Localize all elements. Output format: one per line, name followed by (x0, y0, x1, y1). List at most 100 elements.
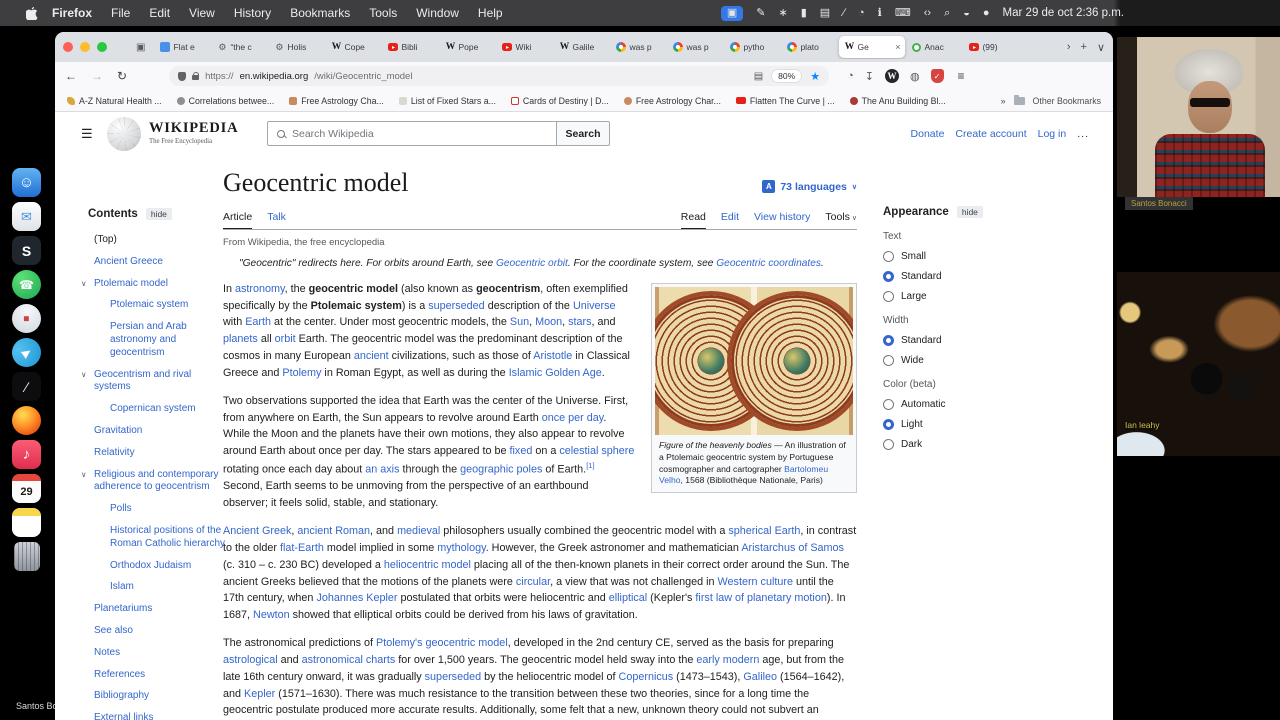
wiki-link[interactable]: Aristarchus of Samos (741, 542, 844, 554)
wiki-link[interactable]: orbit (275, 333, 296, 345)
browser-tab-cope[interactable]: W Cope (326, 36, 381, 58)
menubar-menu-file[interactable]: File (111, 6, 130, 20)
article-figure[interactable]: Figure of the heavenly bodies — An illus… (651, 282, 857, 494)
other-bookmarks-folder[interactable]: Other Bookmarks (1033, 96, 1101, 106)
wiki-link[interactable]: celestial sphere (559, 445, 634, 457)
toc-item-religious-and-contemporary-adherence-to-geocentrism[interactable]: ∨ Religious and contemporary adherence to… (81, 469, 228, 495)
dock-whatsapp-icon[interactable]: ☎ (12, 270, 41, 299)
wiki-link[interactable]: heliocentric model (384, 559, 471, 571)
minimize-window-button[interactable] (80, 42, 90, 52)
bookmark-item-a-z-natural-health[interactable]: A-Z Natural Health ... (67, 96, 162, 106)
bookmark-item-free-astrology-char[interactable]: Free Astrology Char... (623, 96, 721, 106)
wiki-link[interactable]: Sun (510, 316, 529, 328)
dock-calendar-icon[interactable]: 29 (12, 474, 41, 503)
userlink-create-account[interactable]: Create account (955, 128, 1026, 140)
wiki-link[interactable]: Geocentric coordinates (716, 258, 821, 269)
page-tab-tools[interactable]: Tools ∨ (825, 211, 857, 229)
dock-firefox-icon[interactable] (12, 406, 41, 435)
wiki-link[interactable]: Kepler (244, 688, 275, 700)
appearance-option-color-beta-light[interactable]: Light (883, 419, 997, 430)
wiki-link[interactable]: Islamic Golden Age (509, 367, 602, 379)
menubar-menu-firefox[interactable]: Firefox (52, 6, 92, 20)
wiki-link[interactable]: elliptical (609, 592, 647, 604)
wiki-link[interactable]: Copernicus (619, 671, 674, 683)
wand-icon[interactable]: ∕ (843, 7, 845, 19)
wiki-link[interactable]: early modern (696, 654, 759, 666)
scroll-tabs-icon[interactable]: › (1067, 41, 1071, 53)
toc-item-historical-positions-of-the-roman-catholic-hierarchy[interactable]: Historical positions of the Roman Cathol… (88, 525, 228, 551)
toc-item-ptolemaic-model[interactable]: ∨ Ptolemaic model (81, 278, 228, 291)
appearance-option-color-beta-dark[interactable]: Dark (883, 439, 997, 450)
bookmark-item-cards-of-destiny-d[interactable]: Cards of Destiny | D... (510, 96, 609, 106)
page-tab-edit[interactable]: Edit (721, 211, 739, 229)
toc-item-persian-and-arab-astronomy-and-geocentrism[interactable]: Persian and Arab astronomy and geocentri… (88, 321, 228, 359)
display-icon[interactable]: ▤ (820, 7, 830, 19)
toc-item-references[interactable]: References (88, 669, 228, 682)
browser-tab-wiki[interactable]: ▸ Wiki (497, 36, 552, 58)
menubar-menu-tools[interactable]: Tools (369, 6, 397, 20)
bookmark-item-list-of-fixed-stars-a[interactable]: List of Fixed Stars a... (398, 96, 496, 106)
more-options-icon[interactable]: ... (1077, 128, 1089, 140)
back-button[interactable]: ← (65, 69, 77, 83)
zoom-window-button[interactable] (97, 42, 107, 52)
page-tab-article[interactable]: Article (223, 211, 253, 229)
toc-item-ptolemaic-system[interactable]: Ptolemaic system (88, 299, 228, 312)
wiki-search-box[interactable] (267, 121, 557, 146)
wiki-link[interactable]: Johannes Kepler (316, 592, 397, 604)
appearance-option-width-wide[interactable]: Wide (883, 355, 997, 366)
dev-icon[interactable]: ‹› (924, 7, 931, 19)
wiki-link[interactable]: superseded (425, 671, 481, 683)
browser-tab-flat-e[interactable]: Flat e (155, 36, 210, 58)
bookmark-star-icon[interactable]: ★ (810, 70, 820, 83)
appearance-hide-button[interactable]: hide (956, 206, 983, 218)
browser-tab-holis[interactable]: ⚙ Holis (269, 36, 324, 58)
wiki-link[interactable]: flat-Earth (280, 542, 324, 554)
toc-item-bibliography[interactable]: Bibliography (88, 690, 228, 703)
browser-tab-galile[interactable]: W Galile (554, 36, 609, 58)
menubar-menu-bookmarks[interactable]: Bookmarks (290, 6, 350, 20)
bookmark-item-flatten-the-curve[interactable]: Flatten The Curve | ... (735, 96, 835, 106)
address-bar[interactable]: https:// en.wikipedia.org/wiki/Geocentric… (169, 66, 830, 86)
bookmark-item-correlations-betwee[interactable]: Correlations betwee... (176, 96, 274, 106)
wiki-link[interactable]: stars (568, 316, 591, 328)
dock-notes-icon[interactable] (12, 508, 41, 537)
toc-item-see-also[interactable]: See also (88, 625, 228, 638)
wiki-link[interactable]: Geocentric orbit (496, 258, 568, 269)
wiki-hamburger-icon[interactable]: ☰ (81, 126, 93, 142)
dock-drawing-app-icon[interactable]: ∕ (12, 372, 41, 401)
screen-mirroring-icon[interactable]: ▣ (720, 5, 744, 21)
menubar-menu-history[interactable]: History (234, 6, 271, 20)
wiki-link[interactable]: Western culture (718, 576, 793, 588)
wiki-link[interactable]: spherical Earth (728, 525, 800, 537)
new-tab-button[interactable]: + (1081, 41, 1087, 53)
toc-item-notes[interactable]: Notes (88, 647, 228, 660)
browser-tab-anac[interactable]: Anac (907, 36, 962, 58)
wiki-link[interactable]: Earth (245, 316, 271, 328)
browser-tab-was-p[interactable]: was p (668, 36, 723, 58)
wiki-link[interactable]: Moon (535, 316, 562, 328)
wiki-link[interactable]: Universe (573, 300, 616, 312)
ghost-extension-icon[interactable]: ◍ (910, 70, 920, 83)
dock-skype-icon[interactable]: S (12, 236, 41, 265)
browser-tab-was-p[interactable]: was p (611, 36, 666, 58)
bookmarks-overflow-icon[interactable]: » (1001, 96, 1006, 106)
toc-item-copernican-system[interactable]: Copernican system (88, 403, 228, 416)
forward-button[interactable]: → (91, 69, 103, 83)
browser-tab-the-c[interactable]: ⚙ “the c (212, 36, 267, 58)
wiki-link[interactable]: medieval (397, 525, 440, 537)
video-tile-ian[interactable]: Ian leahy (1117, 272, 1280, 456)
wiki-link[interactable]: ancient (354, 350, 389, 362)
tab-list-icon[interactable]: ∨ (1097, 41, 1105, 54)
pen-icon[interactable]: ✎ (756, 7, 765, 19)
apple-logo-icon[interactable] (26, 6, 38, 20)
hotspot-icon[interactable]: ∗ (778, 7, 787, 19)
siri-icon[interactable]: ● (983, 7, 990, 19)
toc-item-external-links[interactable]: External links (88, 712, 228, 720)
dock-telegram-icon[interactable]: ▶ (6, 332, 47, 373)
wiki-link[interactable]: Newton (253, 609, 290, 621)
wiki-link[interactable]: first law of planetary motion (695, 592, 826, 604)
toc-item-top[interactable]: (Top) (88, 234, 228, 247)
wiki-link[interactable]: astronomy (235, 283, 285, 295)
wiki-link[interactable]: superseded (428, 300, 484, 312)
history-extension-icon[interactable]: ◔ (847, 70, 854, 82)
